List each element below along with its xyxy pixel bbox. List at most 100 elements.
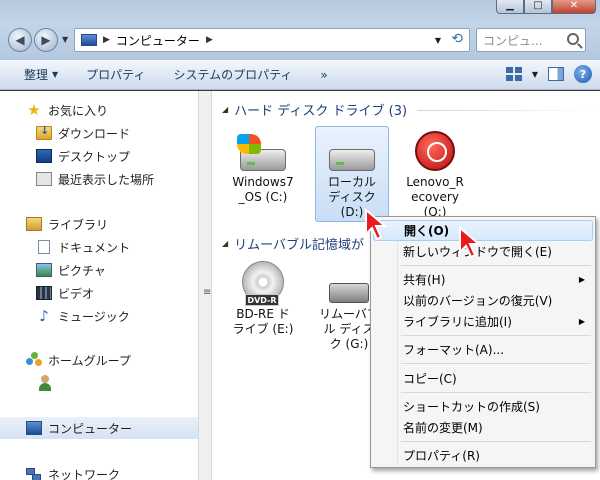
chevron-right-icon[interactable]: ▶ [206, 35, 213, 45]
back-button[interactable]: ◀ [8, 28, 32, 52]
drive-label: ディスク [328, 190, 376, 204]
title-bar: ▁ □ ✕ ◀ ▶ ▼ ▶ コンピューター ▶ ▼ ⟲ コンピュ... [0, 0, 600, 60]
nav-item-recent[interactable]: 最近表示した場所 [36, 168, 154, 190]
recovery-drive-icon [398, 127, 472, 171]
download-folder-icon [36, 124, 52, 140]
address-bar[interactable]: ▶ コンピューター ▶ ▼ ⟲ [74, 28, 470, 52]
menu-item-rename[interactable]: 名前の変更(M) [373, 417, 593, 438]
collapse-icon[interactable]: ◢ [222, 239, 228, 248]
nav-label: ライブラリ [48, 217, 109, 232]
submenu-arrow-icon: ▶ [578, 275, 585, 284]
drive-tile-e[interactable]: DVD-R BD-RE ド ライブ (E:) [226, 259, 300, 337]
nav-label: ミュージック [58, 309, 130, 324]
window-controls: ▁ □ ✕ [496, 0, 596, 14]
nav-item-libraries[interactable]: ライブラリ [26, 213, 108, 235]
menu-separator [401, 265, 591, 266]
maximize-button[interactable]: □ [524, 0, 552, 14]
menu-item-properties[interactable]: プロパティ(R) [373, 445, 593, 466]
video-icon [36, 286, 52, 300]
nav-item-documents[interactable]: ドキュメント [36, 236, 130, 258]
pictures-icon [36, 263, 52, 277]
forward-button[interactable]: ▶ [34, 28, 58, 52]
document-icon [38, 240, 50, 254]
close-button[interactable]: ✕ [552, 0, 596, 14]
group-divider [417, 110, 595, 111]
menu-label: ライブラリに追加(I) [403, 315, 512, 329]
more-commands-button[interactable]: » [306, 60, 341, 90]
nav-item-homegroup[interactable]: ホームグループ [26, 349, 131, 371]
group-header-hdd[interactable]: ◢ ハード ディスク ドライブ (3) [222, 99, 407, 119]
hard-drive-icon [316, 127, 388, 171]
help-button[interactable]: ? [574, 65, 592, 83]
command-bar: 整理 ▼ プロパティ システムのプロパティ » ▼ ? [0, 60, 600, 90]
chevron-down-icon: ▼ [52, 70, 59, 79]
menu-item-share[interactable]: 共有(H) ▶ [373, 269, 593, 290]
arrow-right-icon: ▶ [41, 33, 51, 47]
menu-item-copy[interactable]: コピー(C) [373, 368, 593, 389]
menu-item-restore-previous[interactable]: 以前のバージョンの復元(V) [373, 290, 593, 311]
preview-pane-icon[interactable] [548, 67, 564, 81]
drive-label: _OS (C:) [238, 190, 288, 204]
dvd-badge: DVD-R [245, 294, 279, 306]
navigation-pane: ★ お気に入り ダウンロード デスクトップ 最近表示した場所 ライブラリ ドキュ… [0, 91, 198, 480]
menu-item-create-shortcut[interactable]: ショートカットの作成(S) [373, 396, 593, 417]
drive-label: BD-RE ド [236, 307, 290, 321]
recent-places-icon [36, 172, 52, 186]
user-icon [38, 375, 52, 391]
windows-drive-icon [226, 127, 300, 171]
drive-tile-q[interactable]: Lenovo_R ecovery (Q:) [398, 127, 472, 220]
nav-label: お気に入り [48, 103, 109, 118]
nav-label: ダウンロード [58, 126, 131, 141]
minimize-button[interactable]: ▁ [496, 0, 524, 14]
address-dropdown-icon[interactable]: ▼ [435, 36, 441, 45]
menu-label: 共有(H) [403, 273, 446, 287]
nav-label: ピクチャ [58, 263, 106, 278]
submenu-arrow-icon: ▶ [578, 317, 585, 326]
nav-item-computer[interactable]: コンピューター [0, 417, 198, 439]
nav-item-downloads[interactable]: ダウンロード [36, 122, 130, 144]
history-dropdown[interactable]: ▼ [62, 35, 68, 44]
drive-label: ライブ (E:) [232, 322, 294, 336]
nav-item-desktop[interactable]: デスクトップ [36, 145, 130, 167]
drive-label: ローカル [327, 175, 376, 189]
nav-item-network[interactable]: ネットワーク [26, 463, 120, 480]
collapse-icon[interactable]: ◢ [222, 105, 228, 114]
drive-label: Windows7 [232, 175, 294, 189]
menu-item-add-to-library[interactable]: ライブラリに追加(I) ▶ [373, 311, 593, 332]
change-view-icon[interactable] [505, 67, 522, 81]
chevron-right-icon[interactable]: ▶ [103, 35, 110, 45]
nav-label: ビデオ [58, 286, 95, 301]
view-dropdown-icon[interactable]: ▼ [532, 70, 538, 79]
nav-item-favorites[interactable]: ★ お気に入り [26, 99, 108, 121]
menu-separator [401, 335, 591, 336]
pane-splitter[interactable]: ≡ [198, 91, 212, 480]
breadcrumb-computer[interactable]: コンピューター [116, 32, 200, 49]
nav-item-pictures[interactable]: ピクチャ [36, 259, 106, 281]
group-header-removable[interactable]: ◢ リムーバブル記憶域が [222, 233, 364, 253]
homegroup-icon [26, 352, 42, 368]
star-icon: ★ [27, 101, 41, 119]
nav-item-homegroup-user[interactable] [36, 372, 52, 394]
optical-drive-icon: DVD-R [226, 259, 300, 306]
network-icon [26, 466, 42, 480]
menu-item-format[interactable]: フォーマット(A)... [373, 339, 593, 360]
search-icon [567, 33, 579, 45]
nav-item-videos[interactable]: ビデオ [36, 282, 94, 304]
drive-label: ecovery [411, 190, 459, 204]
refresh-icon[interactable]: ⟲ [451, 31, 463, 47]
nav-label: ドキュメント [58, 240, 131, 255]
organize-label: 整理 [24, 68, 49, 82]
search-input[interactable]: コンピュ... [476, 28, 586, 52]
properties-button[interactable]: プロパティ [72, 60, 159, 90]
nav-item-music[interactable]: ♪ ミュージック [36, 305, 130, 327]
computer-icon [81, 34, 97, 46]
nav-label: 最近表示した場所 [58, 172, 155, 187]
system-properties-button[interactable]: システムのプロパティ [159, 60, 306, 90]
desktop-icon [36, 149, 52, 163]
drive-tile-c[interactable]: Windows7 _OS (C:) [226, 127, 300, 205]
nav-label: ネットワーク [48, 467, 121, 480]
group-title: ハード ディスク ドライブ (3) [234, 103, 408, 119]
arrow-left-icon: ◀ [15, 33, 25, 47]
splitter-grip-icon[interactable]: ≡ [203, 287, 211, 298]
organize-button[interactable]: 整理 ▼ [0, 60, 72, 90]
